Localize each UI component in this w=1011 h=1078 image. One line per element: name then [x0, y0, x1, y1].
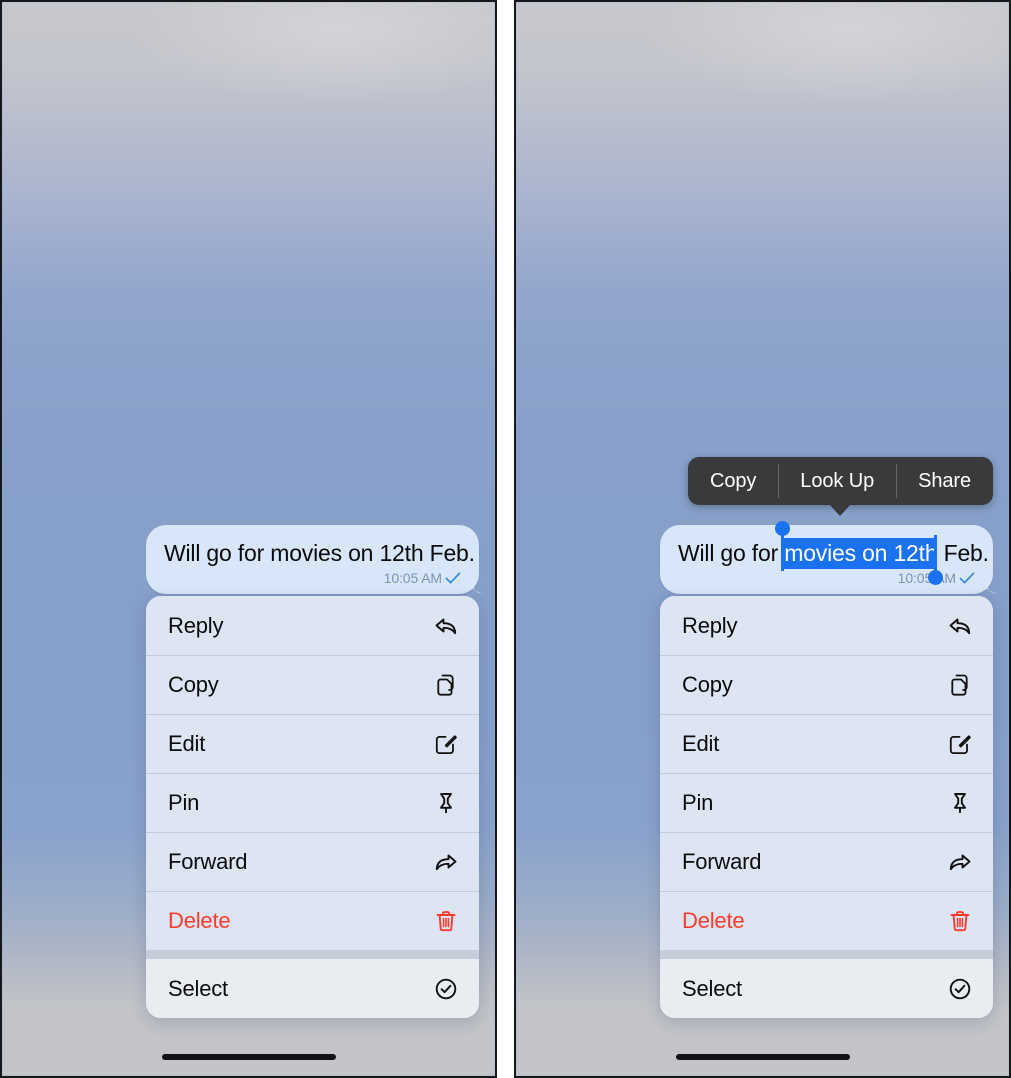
message-bubble[interactable]: Will go for movies on 12th Feb. 10:05 AM	[146, 525, 484, 594]
context-menu-group-primary: Reply Copy Edit Pin Forward Delete	[660, 596, 993, 950]
copy-pages-icon	[433, 672, 459, 698]
check-circle-icon	[947, 976, 973, 1002]
selection-start-handle[interactable]	[775, 521, 790, 571]
trash-icon	[947, 908, 973, 934]
menu-item-label: Copy	[682, 671, 733, 697]
menu-item-delete[interactable]: Delete	[660, 891, 993, 950]
menu-item-label: Pin	[168, 789, 200, 815]
reply-arrow-icon	[433, 613, 459, 639]
menu-item-pin[interactable]: Pin	[660, 773, 993, 832]
message-timestamp: 10:05 AM	[383, 570, 442, 586]
message-text-before: Will go for	[678, 540, 785, 566]
message-timestamp: 10:05 AM	[897, 570, 956, 586]
message-text: Will go for movies on 12th Feb.	[678, 538, 989, 569]
selection-end-knob[interactable]	[928, 570, 943, 585]
menu-item-label: Reply	[682, 612, 738, 638]
right-panel-screen: Copy Look Up Share Will go for movies on…	[514, 0, 1011, 1078]
menu-item-forward[interactable]: Forward	[146, 832, 479, 891]
toolbar-copy-button[interactable]: Copy	[688, 457, 778, 505]
check-icon	[445, 571, 461, 585]
menu-item-label: Copy	[168, 671, 219, 697]
context-menu: Reply Copy Edit Pin Forward Delete Selec…	[660, 596, 993, 1018]
selected-text: movies on 12th	[784, 538, 938, 569]
menu-item-label: Forward	[682, 848, 762, 874]
menu-item-label: Select	[682, 975, 742, 1001]
bubble-tail	[464, 570, 486, 594]
menu-item-delete[interactable]: Delete	[146, 891, 479, 950]
menu-item-select[interactable]: Select	[146, 959, 479, 1018]
pencil-square-icon	[947, 731, 973, 757]
reply-arrow-icon	[947, 613, 973, 639]
menu-item-label: Edit	[168, 730, 206, 756]
message-text: Will go for movies on 12th Feb.	[164, 540, 475, 566]
pencil-square-icon	[433, 731, 459, 757]
menu-item-pin[interactable]: Pin	[146, 773, 479, 832]
check-icon	[959, 571, 975, 585]
menu-group-separator	[146, 950, 479, 959]
menu-item-label: Pin	[682, 789, 714, 815]
menu-item-select[interactable]: Select	[660, 959, 993, 1018]
menu-group-separator	[660, 950, 993, 959]
menu-item-edit[interactable]: Edit	[146, 714, 479, 773]
message-text-after: Feb.	[937, 540, 989, 566]
toolbar-pointer-arrow	[829, 504, 852, 516]
menu-item-reply[interactable]: Reply	[146, 596, 479, 655]
message-bubble-container: Will go for movies on 12th Feb. 10:05 AM	[2, 525, 495, 594]
home-indicator	[675, 1054, 850, 1060]
message-meta: 10:05 AM	[164, 570, 461, 586]
context-menu-group-secondary: Select	[146, 959, 479, 1018]
forward-arrow-icon	[433, 849, 459, 875]
menu-item-reply[interactable]: Reply	[660, 596, 993, 655]
message-bubble[interactable]: Will go for movies on 12th Feb. 10:05 AM	[660, 521, 998, 594]
forward-arrow-icon	[947, 849, 973, 875]
toolbar-share-button[interactable]: Share	[896, 457, 993, 505]
trash-icon	[433, 908, 459, 934]
copy-pages-icon	[947, 672, 973, 698]
menu-item-forward[interactable]: Forward	[660, 832, 993, 891]
menu-item-label: Delete	[168, 907, 231, 933]
menu-item-edit[interactable]: Edit	[660, 714, 993, 773]
selection-start-knob[interactable]	[775, 521, 790, 536]
toolbar-look-up-button[interactable]: Look Up	[778, 457, 896, 505]
check-circle-icon	[433, 976, 459, 1002]
menu-item-copy[interactable]: Copy	[146, 655, 479, 714]
bubble-tail	[978, 570, 1000, 594]
menu-item-label: Edit	[682, 730, 720, 756]
context-menu-group-secondary: Select	[660, 959, 993, 1018]
menu-item-label: Reply	[168, 612, 224, 638]
left-panel-screen: Will go for movies on 12th Feb. 10:05 AM…	[0, 0, 497, 1078]
context-menu: Reply Copy Edit Pin Forward Delete Selec…	[146, 596, 479, 1018]
context-menu-group-primary: Reply Copy Edit Pin Forward Delete	[146, 596, 479, 950]
pin-icon	[433, 790, 459, 816]
menu-item-label: Forward	[168, 848, 248, 874]
selection-end-handle[interactable]	[928, 535, 943, 585]
menu-item-copy[interactable]: Copy	[660, 655, 993, 714]
menu-item-label: Select	[168, 975, 228, 1001]
pin-icon	[947, 790, 973, 816]
text-edit-toolbar: Copy Look Up Share	[688, 457, 993, 516]
message-bubble-container: Will go for movies on 12th Feb. 10:05 AM	[516, 521, 1009, 594]
menu-item-label: Delete	[682, 907, 745, 933]
screenshot-root: Will go for movies on 12th Feb. 10:05 AM…	[0, 0, 1011, 1078]
home-indicator	[161, 1054, 336, 1060]
